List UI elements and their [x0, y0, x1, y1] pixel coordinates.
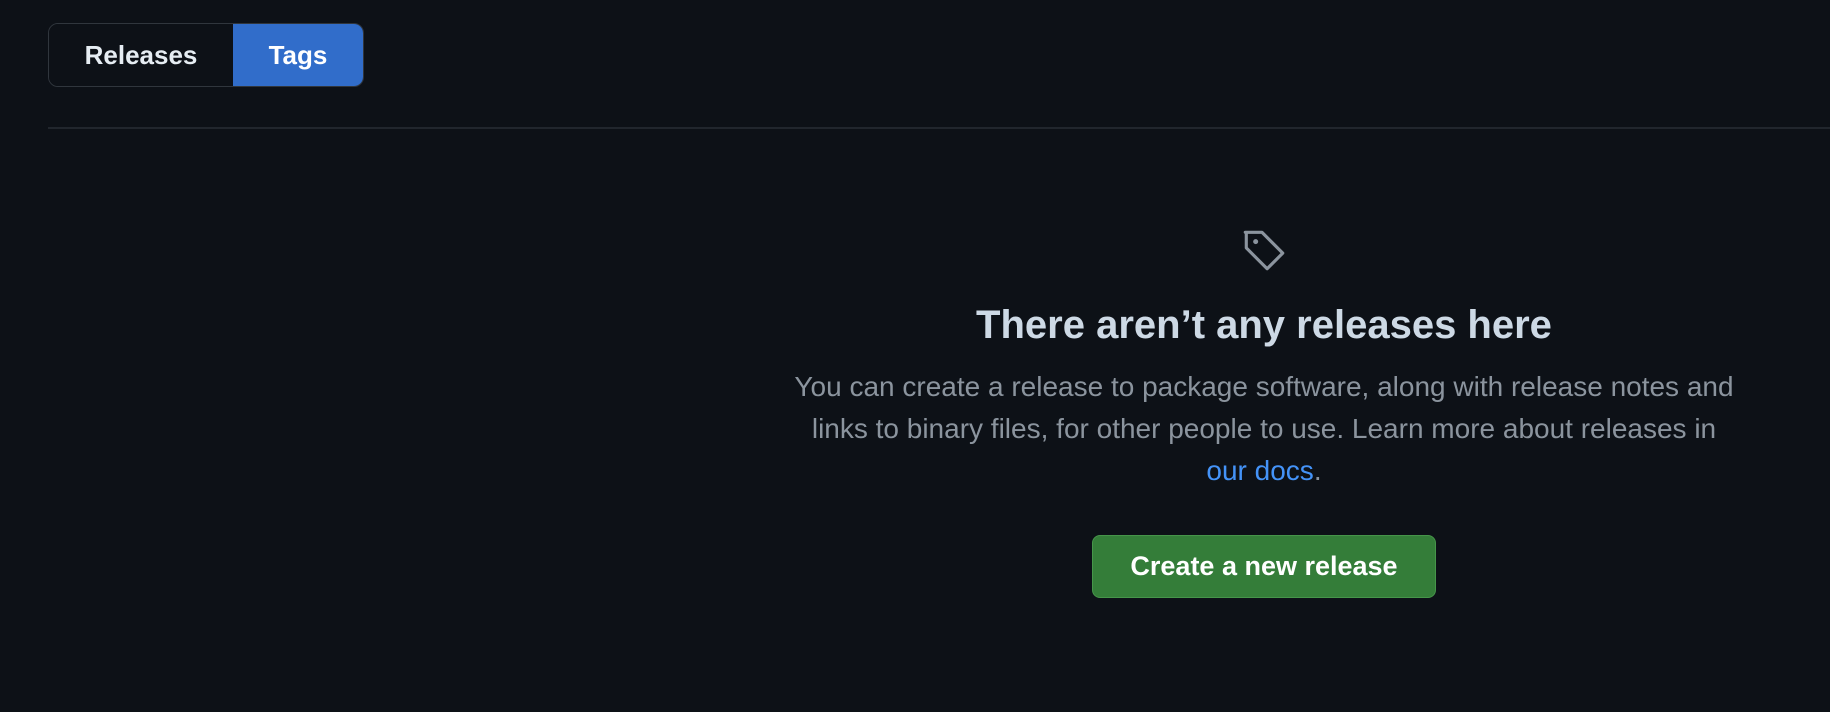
docs-link[interactable]: our docs: [1206, 455, 1313, 486]
empty-state-description: You can create a release to package soft…: [794, 366, 1734, 492]
releases-tags-toggle: Releases Tags: [48, 23, 364, 87]
empty-state-title: There aren’t any releases here: [976, 303, 1552, 347]
create-new-release-button[interactable]: Create a new release: [1092, 535, 1436, 598]
releases-tab[interactable]: Releases: [49, 24, 233, 86]
tags-tab[interactable]: Tags: [233, 24, 363, 86]
description-end: .: [1313, 455, 1322, 486]
empty-state: There aren’t any releases here You can c…: [0, 225, 1830, 598]
tag-icon: [1243, 230, 1285, 271]
description-text: You can create a release to package soft…: [794, 371, 1734, 444]
divider: [48, 127, 1830, 129]
